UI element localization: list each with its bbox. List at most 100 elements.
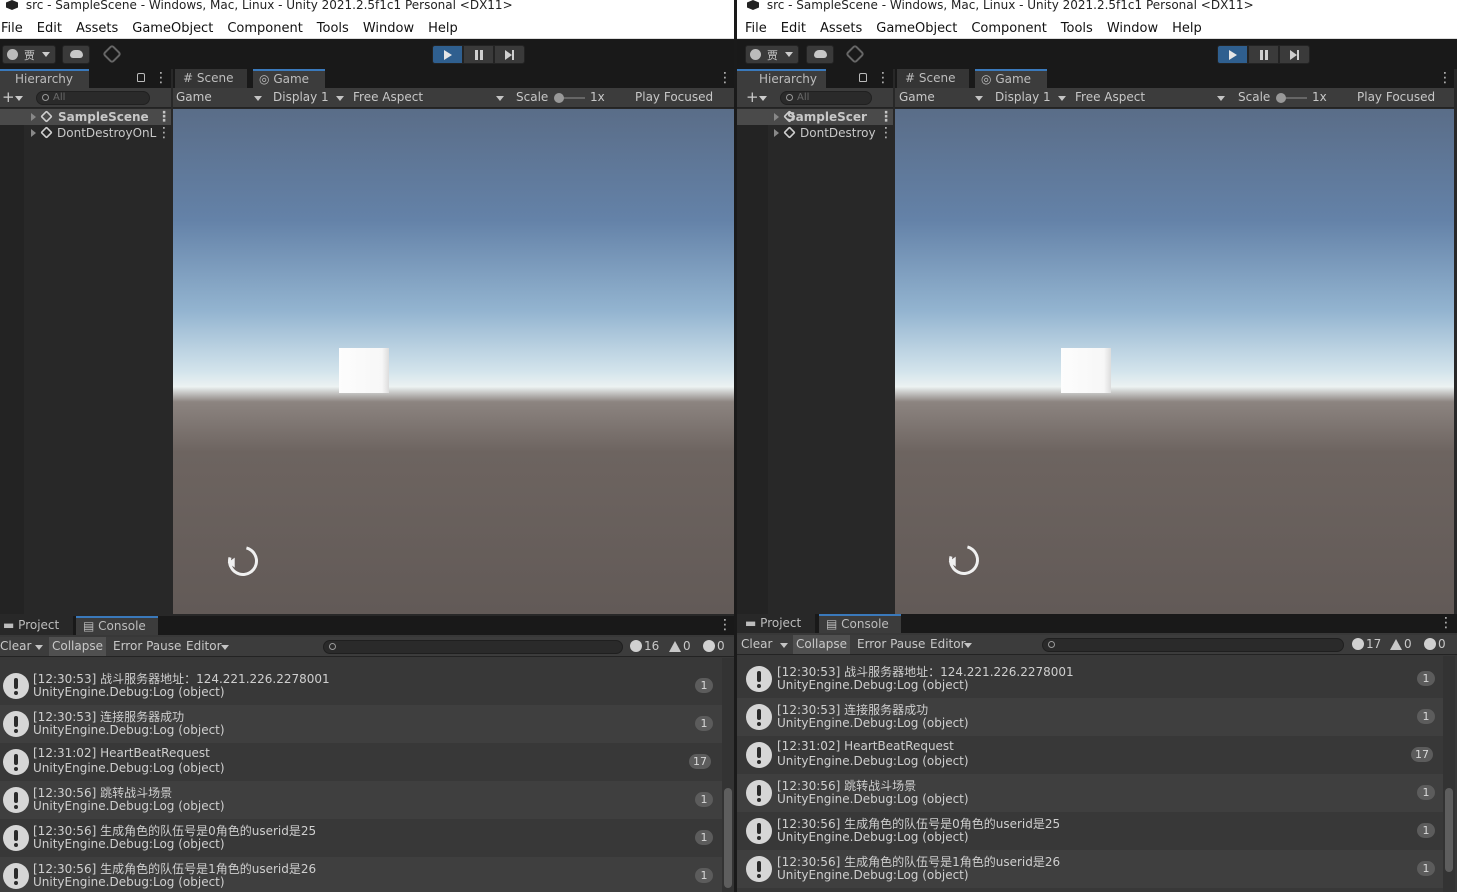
error-pause-toggle[interactable]: Error Pause [854,635,928,654]
tab-scene[interactable]: # Scene [897,69,969,88]
hierarchy-search-input[interactable]: All [36,91,150,105]
game-mode-dropdown[interactable]: Game [899,88,987,107]
display-dropdown[interactable]: Display 1 [273,88,348,107]
expand-arrow-icon[interactable] [774,129,779,137]
scale-slider-knob[interactable] [554,93,564,103]
reload-icon[interactable] [943,539,985,581]
cloud-button[interactable] [62,45,90,64]
warning-count-toggle[interactable]: 0 [669,637,691,656]
lock-icon[interactable] [137,73,145,82]
log-entry[interactable]: [12:30:56] 跳转战斗场景 UnityEngine.Debug:Log … [0,781,722,819]
warning-count-toggle[interactable]: 0 [1390,635,1412,654]
pause-button[interactable] [463,45,494,64]
error-count-toggle[interactable]: 0 [1424,635,1446,654]
account-dropdown[interactable]: 贾 [745,45,799,64]
more-menu-icon[interactable] [154,71,157,85]
menu-edit[interactable]: Edit [774,21,813,36]
menu-component[interactable]: Component [220,21,309,36]
scale-slider[interactable]: Scale 1x [516,88,626,107]
menu-gameobject[interactable]: GameObject [125,21,220,36]
more-menu-icon[interactable] [718,618,721,632]
expand-arrow-icon[interactable] [31,129,36,137]
add-icon[interactable]: + [746,89,759,105]
hierarchy-item-samplescene[interactable]: SampleScer [737,109,893,125]
scale-slider[interactable]: Scale 1x [1238,88,1348,107]
aspect-dropdown[interactable]: Free Aspect [353,88,508,107]
play-focused-dropdown[interactable]: Play Focused [1357,88,1453,107]
log-count-toggle[interactable]: 16 [630,637,659,656]
more-menu-icon[interactable] [876,71,879,85]
scale-slider-knob[interactable] [1276,93,1286,103]
more-menu-icon[interactable] [157,110,160,124]
scrollbar-thumb[interactable] [1445,788,1453,872]
add-icon[interactable]: + [2,89,15,105]
log-entry[interactable]: [12:30:53] 战斗服务器地址：124.221.226.2278001 U… [0,667,722,705]
aspect-dropdown[interactable]: Free Aspect [1075,88,1229,107]
reload-icon[interactable] [222,540,264,582]
log-entry[interactable]: [12:30:53] 连接服务器成功 UnityEngine.Debug:Log… [737,698,1443,736]
menu-assets[interactable]: Assets [813,21,869,36]
tab-game[interactable]: ◎ Game [253,69,325,88]
chevron-down-icon[interactable] [759,96,767,101]
menu-assets[interactable]: Assets [69,21,125,36]
hierarchy-item-dontdestroyonload[interactable]: DontDestroyOnL [0,125,171,141]
collapse-toggle[interactable]: Collapse [793,635,850,654]
tab-project[interactable]: ▬ Project [0,616,73,635]
console-search-input[interactable] [1042,638,1344,652]
tab-project[interactable]: ▬ Project [737,614,815,633]
more-menu-icon[interactable] [1438,71,1441,85]
more-menu-icon[interactable] [157,126,160,140]
expand-arrow-icon[interactable] [31,113,36,121]
account-dropdown[interactable]: 贾 [2,45,56,64]
chevron-down-icon[interactable] [15,96,23,101]
tab-console[interactable]: ▤ Console [76,616,158,635]
display-dropdown[interactable]: Display 1 [995,88,1070,107]
step-button[interactable] [1279,45,1310,64]
game-mode-dropdown[interactable]: Game [176,88,266,107]
cloud-button[interactable] [806,45,834,64]
console-search-input[interactable] [323,640,623,654]
error-count-toggle[interactable]: 0 [703,637,725,656]
tab-game[interactable]: ◎ Game [975,69,1047,88]
more-menu-icon[interactable] [718,71,721,85]
clear-button[interactable]: Clear [738,635,792,654]
menu-component[interactable]: Component [964,21,1053,36]
more-menu-icon[interactable] [879,110,882,124]
menu-help[interactable]: Help [421,21,465,36]
hierarchy-item-samplescene[interactable]: SampleScene [0,109,171,125]
collapse-toggle[interactable]: Collapse [49,637,106,656]
console-scrollbar[interactable] [722,658,734,892]
menu-window[interactable]: Window [1100,21,1165,36]
log-entry[interactable]: [12:30:56] 跳转战斗场景 UnityEngine.Debug:Log … [737,774,1443,812]
tab-console[interactable]: ▤ Console [819,614,901,633]
expand-arrow-icon[interactable] [774,113,779,121]
game-viewport[interactable] [895,109,1454,614]
log-entry[interactable]: [12:30:56] 生成角色的队伍号是0角色的userid是25 UnityE… [0,819,722,857]
play-focused-dropdown[interactable]: Play Focused [635,88,733,107]
menu-file[interactable]: File [737,21,774,36]
log-count-toggle[interactable]: 17 [1352,635,1381,654]
tab-scene[interactable]: # Scene [175,69,247,88]
log-entry[interactable]: [12:31:02] HeartBeatRequest UnityEngine.… [737,736,1443,774]
menu-file[interactable]: File [0,21,30,36]
log-entry[interactable]: [12:31:02] HeartBeatRequest UnityEngine.… [0,743,722,781]
menu-window[interactable]: Window [356,21,421,36]
editor-dropdown[interactable]: Editor [183,637,233,656]
clear-button[interactable]: Clear [0,637,45,656]
menu-edit[interactable]: Edit [30,21,69,36]
menu-tools[interactable]: Tools [1054,21,1100,36]
log-entry[interactable]: [12:30:56] 生成角色的队伍号是1角色的userid是26 UnityE… [737,850,1443,888]
step-button[interactable] [494,45,525,64]
error-pause-toggle[interactable]: Error Pause [110,637,184,656]
editor-dropdown[interactable]: Editor [927,635,975,654]
play-button[interactable] [432,45,463,64]
pause-button[interactable] [1248,45,1279,64]
menu-tools[interactable]: Tools [310,21,356,36]
log-entry[interactable]: [12:30:53] 连接服务器成功 UnityEngine.Debug:Log… [0,705,722,743]
hierarchy-item-dontdestroyonload[interactable]: DontDestroy [737,125,893,141]
log-entry[interactable]: [12:30:56] 生成角色的队伍号是0角色的userid是25 UnityE… [737,812,1443,850]
tab-hierarchy[interactable]: Hierarchy [0,69,89,88]
more-menu-icon[interactable] [879,126,882,140]
more-menu-icon[interactable] [1439,616,1442,630]
game-viewport[interactable] [173,109,734,614]
